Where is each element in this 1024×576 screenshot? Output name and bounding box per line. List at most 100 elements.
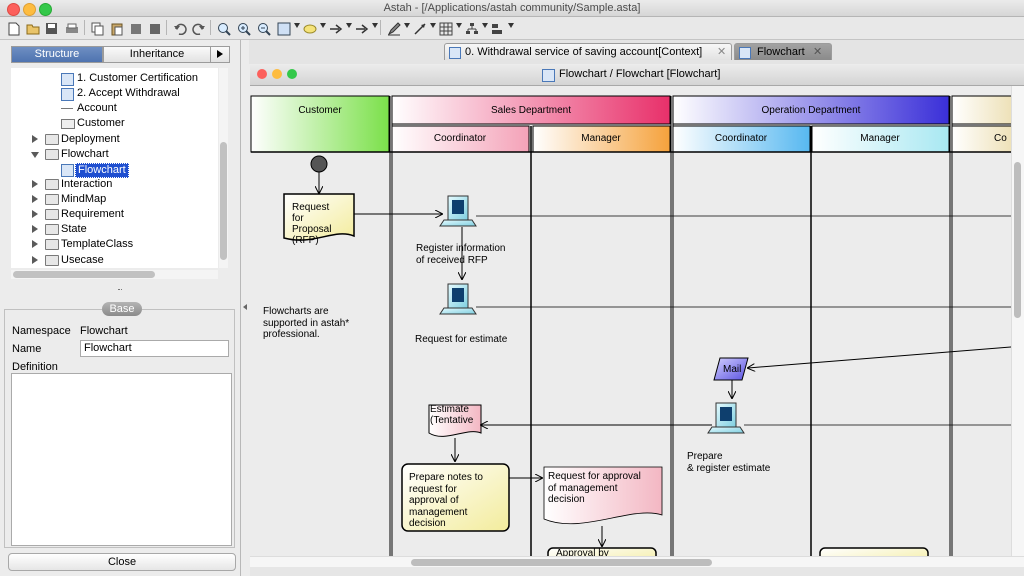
folder-icon [45, 224, 59, 235]
tab-inheritance[interactable]: Inheritance [103, 46, 211, 63]
lane-label-op-manager: Manager [860, 133, 900, 144]
title-bar: Astah - [/Applications/astah community/S… [0, 0, 1024, 17]
grid-icon[interactable] [436, 19, 455, 38]
definition-label: Definition [12, 361, 58, 373]
close-tab-icon[interactable]: ✕ [717, 44, 726, 60]
fit-window-icon[interactable] [274, 19, 293, 38]
tree-vertical-scroll-thumb[interactable] [220, 142, 227, 260]
save-icon[interactable] [42, 19, 61, 38]
prepare-estimate-computer-icon[interactable] [707, 402, 745, 434]
expand-arrow-icon[interactable] [32, 210, 38, 218]
tab-withdrawal-context[interactable]: 0. Withdrawal service of saving account[… [444, 43, 732, 60]
class-icon [61, 108, 73, 109]
flowchart-diagram-icon [542, 69, 555, 82]
lane-label-sales-manager: Manager [581, 133, 621, 144]
estimate-tentative-label: Estimate (Tentative [430, 404, 474, 426]
approval-label: Approval by [556, 548, 609, 556]
tab-base[interactable]: Base [102, 302, 142, 316]
align-icon[interactable] [488, 19, 507, 38]
toolbar-separator [380, 20, 381, 35]
main-splitter[interactable] [240, 40, 250, 576]
status-strip [250, 567, 1024, 576]
register-computer-icon[interactable] [439, 195, 477, 227]
folder-icon [45, 194, 59, 205]
cut-icon[interactable] [126, 19, 145, 38]
arrow-right-icon[interactable] [326, 19, 345, 38]
op-manager-process[interactable] [819, 547, 929, 556]
tab-scroll-right-button[interactable] [210, 46, 230, 63]
tree-icon[interactable] [462, 19, 481, 38]
close-diagram-button[interactable] [257, 69, 267, 79]
copy-icon[interactable] [88, 19, 107, 38]
lane-label-op-coordinator: Coordinator [715, 133, 768, 144]
paste-icon[interactable] [107, 19, 126, 38]
chevron-down-icon[interactable] [508, 23, 514, 28]
tab-structure[interactable]: Structure [11, 46, 103, 63]
toolbar-separator [166, 20, 167, 35]
print-icon[interactable] [62, 19, 81, 38]
lane-label-next: Co [994, 133, 1007, 144]
lane-label-customer: Customer [298, 105, 342, 116]
expand-arrow-icon[interactable] [32, 240, 38, 248]
new-icon[interactable] [4, 19, 23, 38]
estimate-computer-icon[interactable] [439, 283, 477, 315]
panel-splitter[interactable] [0, 287, 240, 294]
selected-label: Flowchart [75, 163, 129, 178]
pen-icon[interactable] [384, 19, 403, 38]
canvas-horizontal-scroll-thumb[interactable] [411, 559, 712, 566]
expand-arrow-icon[interactable] [32, 135, 38, 143]
lane-divider [670, 96, 674, 556]
prepare-register-label: Prepare & register estimate [687, 451, 771, 474]
flowchart-diagram-icon [61, 73, 74, 86]
lane-label-sales-coordinator: Coordinator [434, 133, 487, 144]
definition-textarea[interactable] [11, 373, 232, 546]
expand-arrow-icon[interactable] [32, 180, 38, 188]
delete-icon[interactable] [145, 19, 164, 38]
tab-flowchart[interactable]: Flowchart ✕ [734, 43, 832, 60]
request-estimate-label: Request for estimate [415, 334, 508, 345]
collapse-arrow-icon[interactable] [31, 152, 39, 158]
zoom-fit-icon[interactable] [214, 19, 233, 38]
diagram-title: Flowchart / Flowchart [Flowchart] [559, 68, 721, 80]
expand-arrow-icon[interactable] [32, 225, 38, 233]
close-button[interactable]: Close [8, 553, 236, 571]
zoom-out-icon[interactable] [254, 19, 273, 38]
folder-icon [45, 209, 59, 220]
folder-icon [45, 134, 59, 145]
lane-label-operation: Operation Department [762, 105, 861, 116]
undo-icon[interactable] [170, 19, 189, 38]
diagram-title-bar: Flowchart / Flowchart [Flowchart] [250, 65, 1024, 86]
arrow-right-icon[interactable] [352, 19, 371, 38]
open-icon[interactable] [23, 19, 42, 38]
redo-icon[interactable] [189, 19, 208, 38]
rfp-label: Request for Proposal (RFP) [292, 202, 334, 246]
namespace-value: Flowchart [80, 325, 128, 337]
canvas-vertical-scroll-thumb[interactable] [1014, 162, 1021, 318]
window-title: Astah - [/Applications/astah community/S… [383, 2, 641, 14]
toolbar-separator [210, 20, 211, 35]
expand-arrow-icon[interactable] [32, 195, 38, 203]
flowchart-diagram-icon [61, 88, 74, 101]
collapse-left-icon[interactable] [243, 304, 247, 310]
tree-horizontal-scroll-thumb[interactable] [13, 271, 155, 278]
flowchart-canvas[interactable]: Customer Sales Department Operation Depa… [250, 86, 1024, 556]
tree-horizontal-scrollbar[interactable] [11, 270, 218, 279]
structure-tree: 1. Customer Certification 2. Accept With… [11, 68, 218, 268]
lane-label-sales: Sales Department [491, 105, 571, 116]
folder-icon [45, 149, 59, 160]
note-text: Flowcharts are supported in astah* profe… [263, 306, 352, 340]
zoom-in-icon[interactable] [234, 19, 253, 38]
flowchart-diagram-icon [61, 164, 74, 177]
canvas-vertical-scrollbar[interactable] [1011, 86, 1024, 556]
minimize-diagram-button[interactable] [272, 69, 282, 79]
chevron-down-icon[interactable] [372, 23, 378, 28]
tree-vertical-scrollbar[interactable] [219, 68, 228, 268]
zoom-diagram-button[interactable] [287, 69, 297, 79]
expand-arrow-icon[interactable] [32, 256, 38, 264]
start-node[interactable] [310, 155, 328, 173]
name-field[interactable]: Flowchart [80, 340, 229, 357]
close-tab-icon[interactable]: ✕ [813, 44, 822, 60]
note-icon[interactable] [300, 19, 319, 38]
line-icon[interactable] [410, 19, 429, 38]
folder-icon [45, 255, 59, 266]
